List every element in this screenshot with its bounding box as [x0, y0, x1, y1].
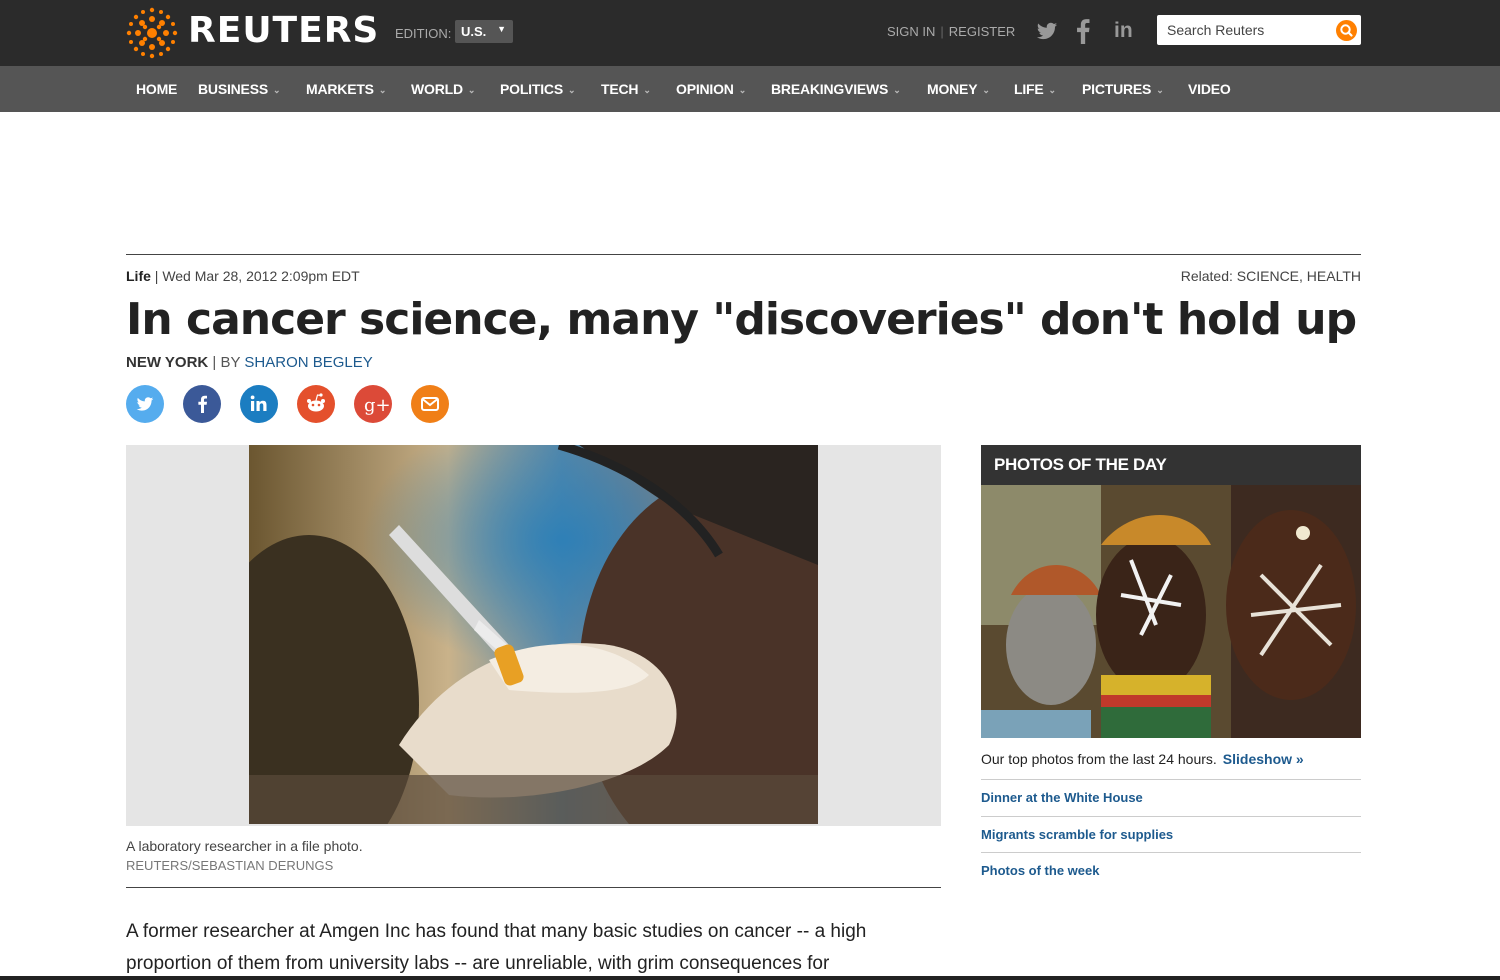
search-button[interactable] — [1336, 20, 1357, 41]
photos-of-the-day-header: PHOTOS OF THE DAY — [981, 445, 1361, 485]
sidebar-link[interactable]: Migrants scramble for supplies — [981, 827, 1173, 842]
share-email-button[interactable] — [411, 385, 449, 423]
nav-markets[interactable]: MARKETS ⌄ — [306, 81, 386, 97]
byline: NEW YORK | BY SHARON BEGLEY — [126, 354, 373, 371]
sidebar-divider — [981, 852, 1361, 853]
author-link[interactable]: SHARON BEGLEY — [244, 354, 372, 371]
svg-text:g+: g+ — [364, 395, 391, 416]
chevron-down-icon: ▼ — [497, 24, 506, 34]
nav-markets-label: MARKETS — [306, 81, 374, 97]
chevron-down-icon: ⌄ — [982, 85, 990, 95]
chevron-down-icon: ⌄ — [467, 85, 476, 95]
chevron-down-icon: ⌄ — [567, 85, 576, 95]
register-link[interactable]: REGISTER — [949, 24, 1015, 39]
nav-tech-label: TECH — [601, 81, 639, 97]
byline-by: | BY — [212, 354, 241, 371]
sign-in-link[interactable]: SIGN IN — [887, 24, 935, 39]
chevron-down-icon: ⌄ — [1048, 85, 1057, 95]
related-label: Related: — [1180, 268, 1233, 284]
share-google-plus-button[interactable]: g+ — [354, 385, 392, 423]
section-link[interactable]: Life — [126, 268, 151, 284]
nav-tech[interactable]: TECH ⌄ — [601, 81, 651, 97]
related-topics: Related: SCIENCE, HEALTH — [1181, 268, 1361, 284]
reddit-icon — [307, 393, 325, 412]
nav-world[interactable]: WORLD ⌄ — [411, 81, 475, 97]
slideshow-link[interactable]: Slideshow » — [1223, 751, 1304, 767]
auth-divider: | — [940, 24, 944, 39]
search-box — [1157, 15, 1361, 45]
body-line: A former researcher at Amgen Inc has fou… — [126, 921, 867, 942]
email-icon — [421, 397, 439, 411]
brand-name[interactable]: REUTERS — [188, 10, 379, 51]
twitter-icon — [136, 397, 154, 411]
photo-caption: A laboratory researcher in a file photo. — [126, 838, 363, 854]
nav-money[interactable]: MONEY ⌄ — [927, 81, 990, 97]
chevron-down-icon: ⌄ — [1156, 85, 1164, 95]
nav-video-label: VIDEO — [1188, 81, 1231, 97]
facebook-icon — [198, 395, 207, 413]
share-twitter-button[interactable] — [126, 385, 164, 423]
auth-links: SIGN IN | REGISTER — [887, 24, 1015, 39]
nav-video[interactable]: VIDEO — [1188, 81, 1231, 97]
chevron-down-icon: ⌄ — [272, 85, 281, 95]
article-meta: Life | Wed Mar 28, 2012 2:09pm EDT — [126, 268, 360, 284]
chevron-down-icon: ⌄ — [893, 85, 901, 95]
sidebar-link[interactable]: Dinner at the White House — [981, 790, 1143, 805]
nav-breakingviews-label: BREAKINGVIEWS — [771, 81, 889, 97]
edition-select[interactable]: U.S. ▼ — [455, 20, 513, 43]
edition-value: U.S. — [461, 24, 487, 39]
caption-divider — [126, 887, 941, 888]
search-icon — [1340, 24, 1353, 37]
photos-description-text: Our top photos from the last 24 hours. — [981, 751, 1217, 767]
share-facebook-button[interactable] — [183, 385, 221, 423]
nav-opinion[interactable]: OPINION ⌄ — [676, 81, 746, 97]
linkedin-icon — [250, 395, 267, 411]
article-date: Wed Mar 28, 2012 2:09pm EDT — [162, 268, 360, 284]
share-linkedin-button[interactable] — [240, 385, 278, 423]
share-reddit-button[interactable] — [297, 385, 335, 423]
search-input[interactable] — [1157, 15, 1327, 45]
dateline-location: NEW YORK — [126, 354, 209, 371]
nav-opinion-label: OPINION — [676, 81, 734, 97]
sidebar-divider — [981, 779, 1361, 780]
nav-pictures[interactable]: PICTURES ⌄ — [1082, 81, 1164, 97]
sidebar-link[interactable]: Photos of the week — [981, 863, 1099, 878]
article-body: A former researcher at Amgen Inc has fou… — [126, 916, 946, 980]
chevron-down-icon: ⌄ — [738, 85, 747, 95]
reuters-logo[interactable] — [126, 7, 178, 59]
lab-researcher-photo[interactable] — [249, 445, 818, 824]
photos-of-the-day-image[interactable] — [981, 485, 1361, 738]
nav-home[interactable]: HOME — [136, 81, 177, 97]
article-headline: In cancer science, many "discoveries" do… — [126, 294, 1357, 345]
nav-home-label: HOME — [136, 81, 178, 97]
nav-world-label: WORLD — [411, 81, 463, 97]
twitter-icon[interactable] — [1036, 18, 1058, 44]
edition-label: EDITION: — [395, 26, 452, 41]
chevron-down-icon: ⌄ — [378, 85, 387, 95]
nav-pictures-label: PICTURES — [1082, 81, 1152, 97]
facebook-icon[interactable] — [1076, 18, 1090, 44]
nav-life[interactable]: LIFE ⌄ — [1014, 81, 1056, 97]
nav-business-label: BUSINESS — [198, 81, 268, 97]
nav-money-label: MONEY — [927, 81, 978, 97]
header-divider — [126, 254, 1361, 255]
chevron-down-icon: ⌄ — [643, 85, 651, 95]
nav-life-label: LIFE — [1014, 81, 1044, 97]
nav-breakingviews[interactable]: BREAKINGVIEWS ⌄ — [771, 81, 901, 97]
linkedin-icon[interactable]: in — [1114, 19, 1133, 45]
nav-politics[interactable]: POLITICS ⌄ — [500, 81, 576, 97]
related-links[interactable]: SCIENCE, HEALTH — [1237, 268, 1361, 284]
nav-business[interactable]: BUSINESS ⌄ — [198, 81, 281, 97]
photos-of-the-day-title[interactable]: PHOTOS OF THE DAY — [994, 455, 1167, 475]
nav-politics-label: POLITICS — [500, 81, 563, 97]
main-nav: HOME BUSINESS ⌄ MARKETS ⌄ WORLD ⌄ POLITICS ⌄… — [0, 66, 1500, 112]
google-plus-icon: g+ — [364, 395, 391, 416]
top-bar: REUTERS EDITION: U.S. ▼ SIGN IN | REGISTER… — [0, 0, 1500, 66]
photo-credit: REUTERS/SEBASTIAN DERUNGS — [126, 858, 334, 873]
window-bottom-edge — [0, 976, 1500, 980]
photos-of-the-day-description: Our top photos from the last 24 hours. Sl… — [981, 751, 1304, 767]
sidebar-divider — [981, 816, 1361, 817]
